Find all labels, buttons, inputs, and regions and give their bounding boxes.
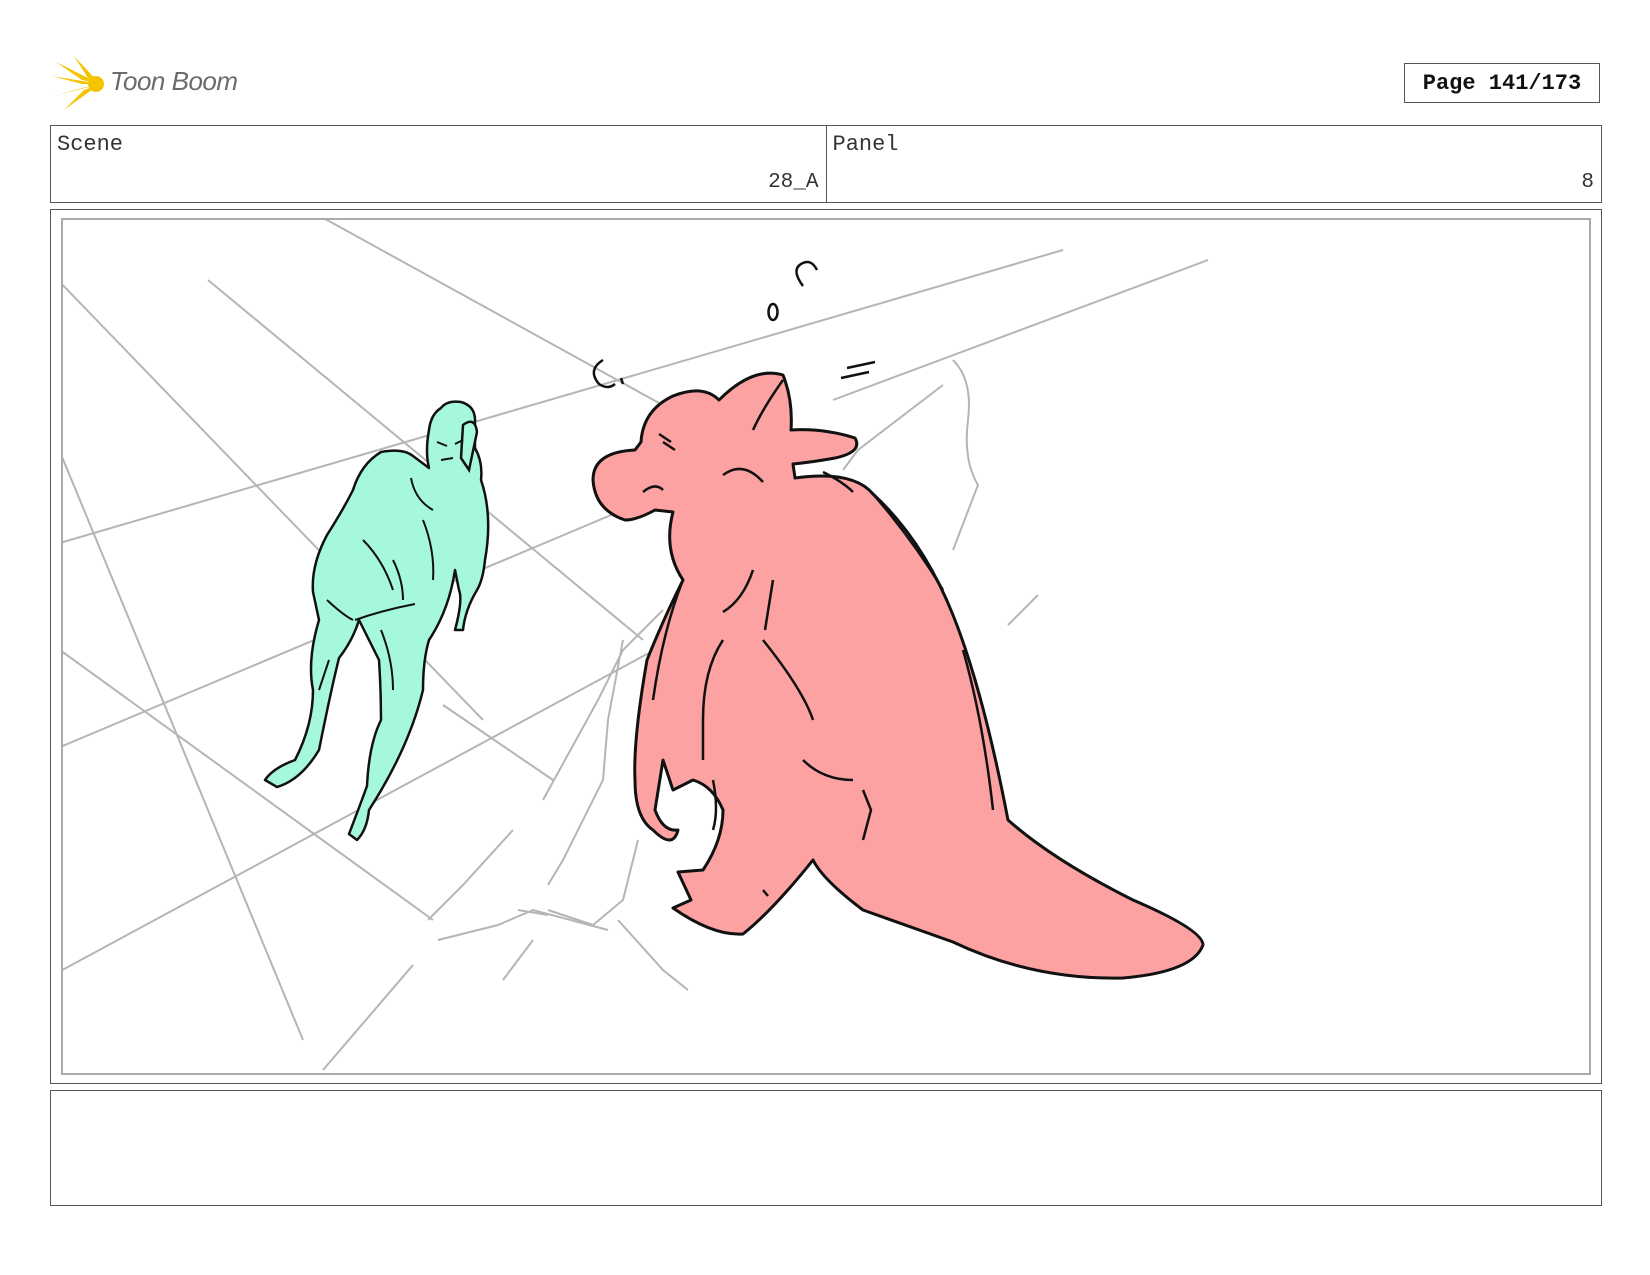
page-number: Page 141/173: [1422, 70, 1582, 96]
toon-boom-logo: Toon Boom: [52, 56, 252, 112]
panel-value: 8: [1581, 171, 1594, 194]
page-number-box: Page 141/173: [1404, 63, 1600, 103]
storyboard-sketch: [63, 220, 1209, 1071]
panel-notes-box: [50, 1090, 1602, 1206]
panel-cell: Panel 8: [825, 126, 1602, 202]
green-character: [263, 400, 490, 842]
storyboard-drawing-area: [61, 218, 1591, 1075]
storyboard-panel-frame: [50, 209, 1602, 1084]
panel-label: Panel: [832, 132, 899, 157]
pink-character: [591, 260, 1205, 980]
scene-panel-info: Scene 28_A Panel 8: [50, 125, 1602, 203]
scene-label: Scene: [57, 132, 124, 157]
scene-cell: Scene 28_A: [51, 126, 826, 202]
toon-boom-burst-icon: [52, 56, 104, 110]
scene-value: 28_A: [768, 171, 819, 194]
logo-text: Toon Boom: [110, 66, 238, 96]
